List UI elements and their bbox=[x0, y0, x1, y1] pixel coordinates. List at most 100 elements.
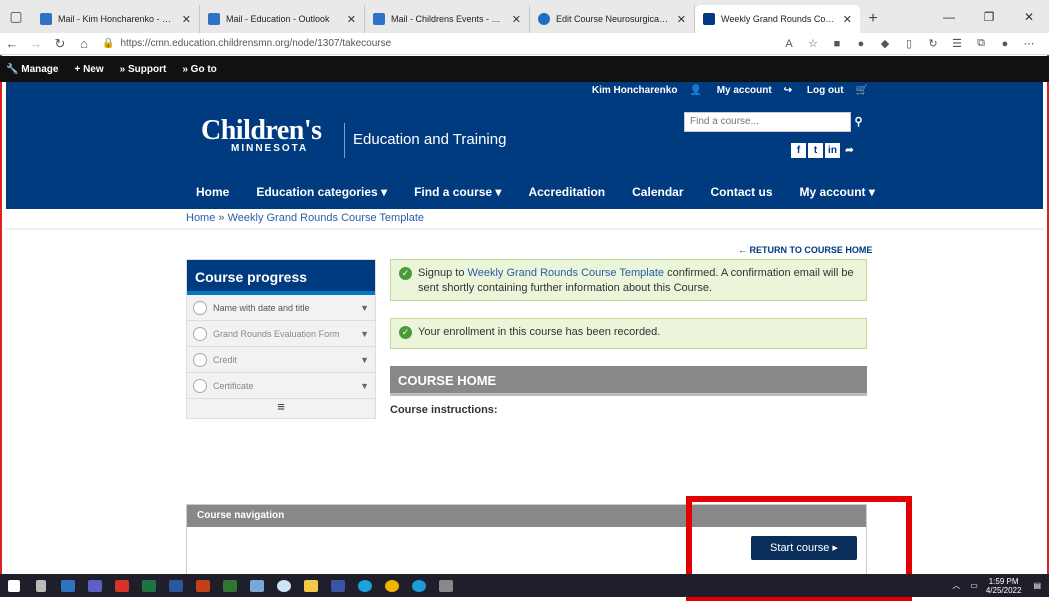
breadcrumb-current[interactable]: Weekly Grand Rounds Course Template bbox=[228, 212, 424, 224]
edge-icon[interactable] bbox=[405, 574, 432, 597]
manage-link[interactable]: 🔧 Manage bbox=[6, 64, 58, 75]
chevron-down-icon[interactable]: ▼ bbox=[360, 355, 369, 365]
restore-icon[interactable]: ❐ bbox=[969, 10, 1009, 24]
calculator-icon[interactable] bbox=[432, 574, 459, 597]
tab-mail-education[interactable]: Mail - Education - Outlook ✕ bbox=[200, 5, 365, 33]
extension-icon[interactable]: ◆ bbox=[873, 37, 897, 50]
user-name[interactable]: Kim Honcharenko bbox=[592, 85, 678, 96]
progress-item[interactable]: Name with date and title ▼ bbox=[187, 295, 375, 321]
tab-mail-events[interactable]: Mail - Childrens Events - Outlo ✕ bbox=[365, 5, 530, 33]
progress-item[interactable]: Credit ▼ bbox=[187, 347, 375, 373]
goto-link[interactable]: » Go to bbox=[182, 64, 216, 75]
close-icon[interactable]: ✕ bbox=[347, 13, 356, 26]
tab-mail-kim[interactable]: Mail - Kim Honcharenko - Outlo ✕ bbox=[32, 5, 200, 33]
refresh-extension-icon[interactable]: ↻ bbox=[921, 37, 945, 50]
close-icon[interactable]: ✕ bbox=[843, 13, 852, 26]
hamburger-menu-icon[interactable]: ≡ bbox=[187, 399, 375, 419]
my-account-label: My account bbox=[716, 85, 772, 96]
file-explorer-icon[interactable] bbox=[297, 574, 324, 597]
close-window-icon[interactable]: ✕ bbox=[1009, 10, 1049, 24]
back-icon[interactable]: ← bbox=[0, 36, 24, 51]
profile-icon[interactable]: ● bbox=[993, 38, 1017, 50]
facebook-icon[interactable]: f bbox=[791, 143, 806, 158]
clock-date: 4/25/2022 bbox=[985, 585, 1022, 595]
url-field[interactable]: 🔒 https://cmn.education.childrensmn.org/… bbox=[102, 38, 777, 49]
message-text-pre: Signup to bbox=[418, 267, 468, 279]
task-view-icon[interactable] bbox=[27, 574, 54, 597]
chat-icon[interactable] bbox=[243, 574, 270, 597]
windows-taskbar: ︿ ▭ 1:59 PM 4/25/2022 ▤ bbox=[0, 574, 1049, 597]
twitter-icon[interactable]: t bbox=[808, 143, 823, 158]
new-tab-icon[interactable]: + bbox=[860, 5, 886, 33]
tab-edit-course[interactable]: Edit Course Neurosurgical Interv ✕ bbox=[530, 5, 695, 33]
close-icon[interactable]: ✕ bbox=[512, 13, 521, 26]
progress-item[interactable]: Grand Rounds Evaluation Form ▼ bbox=[187, 321, 375, 347]
signup-confirmation-message: ✓ Signup to Weekly Grand Rounds Course T… bbox=[390, 259, 867, 301]
logo[interactable]: Children's MINNESOTA bbox=[201, 115, 322, 154]
breadcrumb-home[interactable]: Home bbox=[186, 212, 215, 224]
word-icon[interactable] bbox=[162, 574, 189, 597]
notifications-icon[interactable]: ▤ bbox=[1033, 581, 1041, 590]
chevron-down-icon[interactable]: ▼ bbox=[360, 303, 369, 313]
breadcrumb-separator: » bbox=[215, 212, 228, 224]
collections-icon[interactable]: ⧉ bbox=[969, 37, 993, 50]
close-icon[interactable]: ✕ bbox=[677, 13, 686, 26]
close-icon[interactable]: ✕ bbox=[182, 13, 191, 26]
excel-icon[interactable] bbox=[135, 574, 162, 597]
nav-home[interactable]: Home bbox=[196, 185, 229, 199]
nav-accreditation[interactable]: Accreditation bbox=[528, 185, 605, 199]
project-icon[interactable] bbox=[216, 574, 243, 597]
tray-expand-icon[interactable]: ︿ bbox=[952, 580, 960, 591]
favorite-star-icon[interactable]: ☆ bbox=[801, 37, 825, 50]
logo-divider bbox=[344, 123, 345, 158]
course-template-link[interactable]: Weekly Grand Rounds Course Template bbox=[468, 267, 664, 279]
cart-icon[interactable]: 🛒 bbox=[856, 85, 868, 96]
progress-item-label: Credit bbox=[213, 354, 238, 365]
support-link[interactable]: » Support bbox=[120, 64, 167, 75]
search-icon[interactable]: ⚲ bbox=[851, 112, 866, 132]
outlook-icon bbox=[40, 13, 52, 25]
chevron-down-icon[interactable]: ▼ bbox=[360, 381, 369, 391]
chevron-down-icon[interactable]: ▼ bbox=[360, 329, 369, 339]
favorites-icon[interactable]: ☰ bbox=[945, 37, 969, 50]
read-aloud-icon[interactable]: A bbox=[777, 38, 801, 50]
clock[interactable]: 1:59 PM 4/25/2022 bbox=[986, 577, 1022, 595]
home-icon[interactable]: ⌂ bbox=[72, 36, 96, 51]
extension-icon[interactable]: ■ bbox=[825, 38, 849, 50]
tab-actions-icon[interactable]: ▢ bbox=[0, 0, 32, 33]
nav-education-categories[interactable]: Education categories ▾ bbox=[256, 185, 387, 199]
message-text: Your enrollment in this course has been … bbox=[418, 326, 661, 338]
powerpoint-icon[interactable] bbox=[189, 574, 216, 597]
acrobat-icon[interactable] bbox=[108, 574, 135, 597]
share-icon[interactable]: ➦ bbox=[842, 143, 857, 158]
nav-my-account[interactable]: My account ▾ bbox=[800, 185, 875, 199]
outlook-icon[interactable] bbox=[54, 574, 81, 597]
split-screen-icon[interactable]: ▯ bbox=[897, 37, 921, 50]
search-app-icon[interactable] bbox=[270, 574, 297, 597]
course-progress-title: Course progress bbox=[187, 260, 375, 295]
nav-find-a-course[interactable]: Find a course ▾ bbox=[414, 185, 501, 199]
battery-icon[interactable]: ▭ bbox=[970, 581, 978, 590]
nav-calendar[interactable]: Calendar bbox=[632, 185, 683, 199]
internet-explorer-icon[interactable] bbox=[351, 574, 378, 597]
minimize-icon[interactable]: — bbox=[929, 10, 969, 24]
logout-link[interactable]: ↪ Log out bbox=[784, 85, 844, 96]
progress-item-label: Certificate bbox=[213, 380, 254, 391]
linkedin-icon[interactable]: in bbox=[825, 143, 840, 158]
tab-weekly-grand-rounds[interactable]: Weekly Grand Rounds Course Te ✕ bbox=[695, 5, 860, 33]
extension-icon[interactable]: ● bbox=[849, 38, 873, 50]
nav-contact-us[interactable]: Contact us bbox=[711, 185, 773, 199]
more-icon[interactable]: ⋯ bbox=[1017, 37, 1041, 50]
tab-title: Weekly Grand Rounds Course Te bbox=[721, 14, 835, 24]
progress-item[interactable]: Certificate ▼ bbox=[187, 373, 375, 399]
chrome-icon[interactable] bbox=[378, 574, 405, 597]
visio-icon[interactable] bbox=[324, 574, 351, 597]
forward-icon[interactable]: → bbox=[24, 36, 48, 51]
return-to-course-home-link[interactable]: ← RETURN TO COURSE HOME bbox=[738, 245, 872, 255]
new-link[interactable]: + New bbox=[74, 64, 103, 75]
refresh-icon[interactable]: ↻ bbox=[48, 36, 72, 52]
course-search-input[interactable]: Find a course... bbox=[684, 112, 851, 132]
my-account-link[interactable]: 👤 My account bbox=[689, 85, 771, 96]
windows-start-icon[interactable] bbox=[0, 574, 27, 597]
teams-icon[interactable] bbox=[81, 574, 108, 597]
